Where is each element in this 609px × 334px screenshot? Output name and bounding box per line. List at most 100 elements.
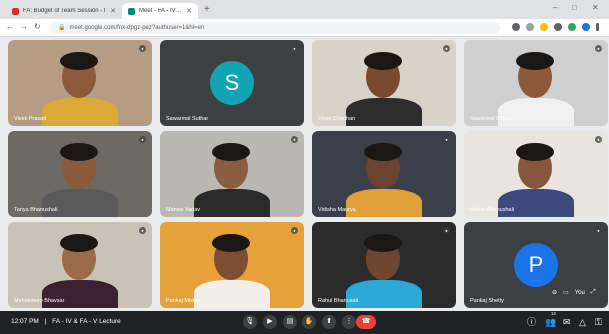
participant-tile[interactable]: ● Vivek Prasad bbox=[8, 40, 152, 126]
participant-grid: ● Vivek Prasad S ● Sawarmal Suthar ● Vivek Cha… bbox=[8, 40, 608, 308]
lock-icon[interactable]: ⚿ bbox=[595, 316, 602, 328]
self-mic-off-icon[interactable]: ⊖ bbox=[552, 289, 557, 296]
new-tab-button[interactable]: + bbox=[204, 4, 210, 15]
mic-muted-icon: ● bbox=[595, 227, 602, 234]
participant-avatar: P bbox=[514, 243, 558, 287]
current-time: 12:07 PM bbox=[11, 318, 39, 325]
divider: | bbox=[44, 318, 47, 325]
gmail-favicon-icon bbox=[12, 7, 19, 15]
mic-muted-icon: ● bbox=[443, 136, 450, 143]
participant-tile[interactable]: ● Mansvi Yadav bbox=[160, 131, 304, 217]
you-label: You bbox=[574, 289, 585, 296]
participant-tile[interactable]: S ● Sawarmal Suthar bbox=[160, 40, 304, 126]
participant-tile[interactable]: ● Rahul Bhanusali bbox=[312, 222, 456, 308]
mic-muted-icon: ● bbox=[139, 45, 146, 52]
profile-avatar[interactable] bbox=[582, 23, 590, 31]
participant-hair bbox=[364, 234, 402, 252]
expand-icon[interactable]: ⤢ bbox=[591, 289, 596, 296]
meeting-title: FA - IV & FA - V Lecture bbox=[52, 318, 121, 325]
participant-body bbox=[346, 189, 422, 217]
window-minimize-icon[interactable]: – bbox=[553, 3, 557, 12]
meet-favicon-icon bbox=[128, 7, 135, 15]
tab-label: Meet - FA - IV & FA - V Lecture bbox=[139, 8, 182, 14]
people-icon[interactable]: 👥 bbox=[545, 316, 556, 328]
self-camera-icon[interactable]: ▭ bbox=[563, 289, 569, 296]
extension-green-icon[interactable] bbox=[568, 23, 576, 31]
participant-name: Mehakdeep Bhavsar bbox=[14, 298, 65, 304]
participant-name: Pankaj Mishra bbox=[166, 298, 201, 304]
participant-name: Vivek Prasad bbox=[14, 116, 47, 122]
mic-muted-icon: ● bbox=[291, 227, 298, 234]
participant-tile[interactable]: ● Tanya Bhanushali bbox=[8, 131, 152, 217]
zoom-icon[interactable] bbox=[526, 23, 534, 31]
participant-name: Mansvi Yadav bbox=[166, 207, 201, 213]
participant-name: Sawarmal Suthar bbox=[166, 116, 209, 122]
participant-name: Aniket Bhanushali bbox=[470, 207, 515, 213]
participant-count-badge: 12 bbox=[551, 311, 557, 316]
mic-muted-icon: ● bbox=[139, 136, 146, 143]
mic-muted-icon: ● bbox=[443, 227, 450, 234]
participant-hair bbox=[212, 143, 250, 161]
mic-muted-icon: ● bbox=[595, 45, 602, 52]
self-view-controls: ⊖ ▭ You ⤢ bbox=[552, 289, 596, 296]
participant-hair bbox=[60, 143, 98, 161]
participant-body bbox=[42, 98, 118, 126]
window-maximize-icon[interactable]: □ bbox=[572, 3, 577, 12]
forward-icon[interactable]: → bbox=[20, 22, 28, 31]
participant-hair bbox=[364, 143, 402, 161]
captions-icon[interactable]: ▤ bbox=[283, 315, 297, 329]
participant-hair bbox=[60, 234, 98, 252]
participant-name: Pankaj Shetty bbox=[470, 298, 504, 304]
participant-name: Rahul Bhanusali bbox=[318, 298, 359, 304]
participant-hair bbox=[212, 234, 250, 252]
meet-control-bar: 12:07 PM | FA - IV & FA - V Lecture 🎙 ▶ … bbox=[0, 311, 609, 334]
meeting-details: 12:07 PM | FA - IV & FA - V Lecture bbox=[11, 318, 121, 325]
more-options-icon[interactable]: ⋮ bbox=[342, 315, 356, 329]
raise-hand-icon[interactable]: ✋ bbox=[302, 315, 316, 329]
extension-icon[interactable] bbox=[554, 23, 562, 31]
participant-hair bbox=[516, 52, 554, 70]
back-icon[interactable]: ← bbox=[6, 22, 14, 31]
participant-body bbox=[194, 280, 270, 308]
browser-tab-strip: FA: Budget of Team Session - I ✕ Meet - … bbox=[0, 0, 609, 19]
browser-menu-icon[interactable] bbox=[596, 23, 599, 31]
participant-name: Sawarmal Suthar bbox=[470, 116, 513, 122]
mic-muted-icon: ● bbox=[443, 45, 450, 52]
mic-icon[interactable]: 🎙 bbox=[243, 315, 257, 329]
tab-label: FA: Budget of Team Session - I bbox=[23, 8, 106, 14]
participant-hair bbox=[516, 143, 554, 161]
participant-tile[interactable]: ● Vivek Chauhan bbox=[312, 40, 456, 126]
participant-hair bbox=[364, 52, 402, 70]
browser-tab-budget[interactable]: FA: Budget of Team Session - I ✕ bbox=[6, 3, 122, 19]
tab-close-icon[interactable]: ✕ bbox=[110, 7, 116, 15]
browser-tab-meet[interactable]: Meet - FA - IV & FA - V Lecture ✕ bbox=[122, 3, 198, 19]
mic-muted-icon: ● bbox=[291, 45, 298, 52]
tab-close-icon[interactable]: ✕ bbox=[186, 7, 192, 15]
participant-avatar: S bbox=[210, 61, 254, 105]
participant-body bbox=[194, 189, 270, 217]
participant-body bbox=[346, 98, 422, 126]
participant-tile[interactable]: ● Aniket Bhanushali bbox=[464, 131, 608, 217]
window-close-icon[interactable]: ✕ bbox=[592, 3, 599, 12]
activities-icon[interactable]: △ bbox=[579, 316, 586, 328]
camera-permission-icon[interactable] bbox=[512, 23, 520, 31]
participant-tile[interactable]: ● Sawarmal Suthar bbox=[464, 40, 608, 126]
present-icon[interactable]: ⬆ bbox=[322, 315, 336, 329]
camera-icon[interactable]: ▶ bbox=[263, 315, 277, 329]
participant-tile[interactable]: ● Vidisha Maurya bbox=[312, 131, 456, 217]
reload-icon[interactable]: ↻ bbox=[34, 22, 41, 31]
participant-name: Vivek Chauhan bbox=[318, 116, 356, 122]
participant-name: Tanya Bhanushali bbox=[14, 207, 58, 213]
chat-icon[interactable]: ✉ bbox=[563, 316, 571, 328]
address-toolbar: ← → ↻ 🔒 meet.google.com/fnx-dpgz-pez?auth… bbox=[0, 19, 609, 37]
end-call-icon[interactable]: ☎ bbox=[356, 315, 376, 329]
mic-muted-icon: ● bbox=[291, 136, 298, 143]
mic-muted-icon: ● bbox=[595, 136, 602, 143]
info-icon[interactable]: ⓘ bbox=[527, 316, 536, 328]
participant-tile[interactable]: ● Mehakdeep Bhavsar bbox=[8, 222, 152, 308]
participant-name: Vidisha Maurya bbox=[318, 207, 356, 213]
participant-tile[interactable]: ● Pankaj Mishra bbox=[160, 222, 304, 308]
bookmark-star-icon[interactable] bbox=[540, 23, 548, 31]
address-bar[interactable]: 🔒 meet.google.com/fnx-dpgz-pez?authuser=1… bbox=[50, 22, 500, 34]
mic-muted-icon: ● bbox=[139, 227, 146, 234]
